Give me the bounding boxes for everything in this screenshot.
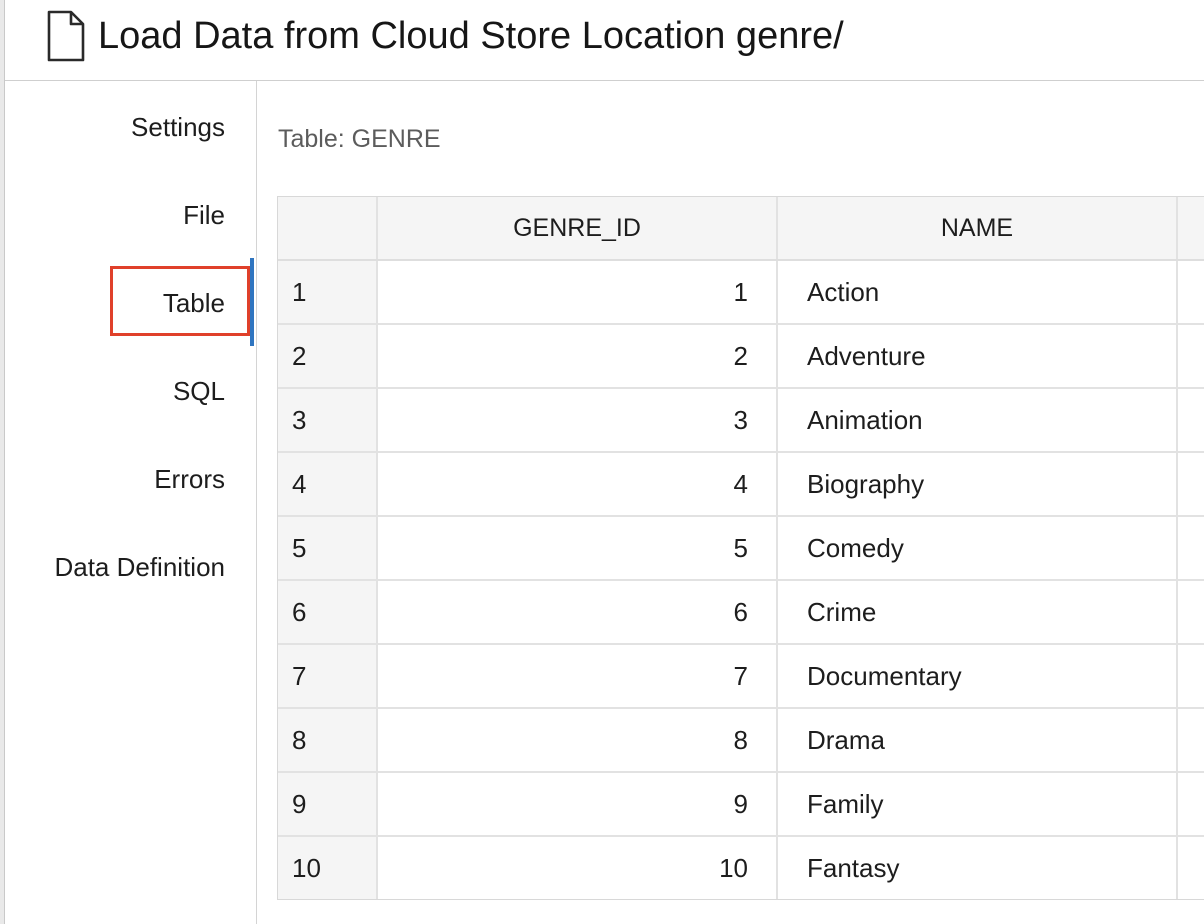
cell-genre-id[interactable]: 9 [378,773,778,835]
row-number-header [278,197,378,259]
cell-name[interactable]: Animation [778,389,1178,451]
sidebar-item-settings[interactable]: Settings [131,111,225,143]
cell-genre-id[interactable]: 5 [378,517,778,579]
table-row[interactable]: 2 2 Adventure [278,325,1204,389]
main-panel: Table: GENRE GENRE_ID NAME 1 1 Action 2 … [257,81,1204,924]
row-filler [1178,709,1204,771]
sidebar-item-sql[interactable]: SQL [173,375,225,407]
table-row[interactable]: 3 3 Animation [278,389,1204,453]
cell-genre-id[interactable]: 2 [378,325,778,387]
row-number: 5 [278,517,378,579]
sidebar-nav: Settings File Table SQL Errors Data Defi… [5,81,257,924]
cell-name[interactable]: Family [778,773,1178,835]
table-row[interactable]: 6 6 Crime [278,581,1204,645]
table-caption: Table: GENRE [278,125,441,153]
row-filler [1178,837,1204,899]
sidebar-item-file[interactable]: File [183,199,225,231]
table-row[interactable]: 1 1 Action [278,261,1204,325]
table-row[interactable]: 5 5 Comedy [278,517,1204,581]
cell-name[interactable]: Comedy [778,517,1178,579]
sidebar-item-data-definition[interactable]: Data Definition [54,551,225,583]
page-title: Load Data from Cloud Store Location genr… [98,15,844,57]
row-number: 2 [278,325,378,387]
column-header-filler [1178,197,1204,259]
cell-name[interactable]: Crime [778,581,1178,643]
cell-name[interactable]: Documentary [778,645,1178,707]
row-filler [1178,389,1204,451]
load-data-window: Load Data from Cloud Store Location genr… [0,0,1204,924]
table-row[interactable]: 4 4 Biography [278,453,1204,517]
column-header-genre-id[interactable]: GENRE_ID [378,197,778,259]
row-filler [1178,517,1204,579]
row-number: 6 [278,581,378,643]
row-filler [1178,581,1204,643]
title-bar: Load Data from Cloud Store Location genr… [5,0,1204,81]
cell-genre-id[interactable]: 4 [378,453,778,515]
column-header-name[interactable]: NAME [778,197,1178,259]
row-number: 10 [278,837,378,899]
cell-genre-id[interactable]: 10 [378,837,778,899]
row-filler [1178,453,1204,515]
table-row[interactable]: 9 9 Family [278,773,1204,837]
cell-genre-id[interactable]: 8 [378,709,778,771]
cell-name[interactable]: Drama [778,709,1178,771]
row-number: 8 [278,709,378,771]
selected-item-indicator [250,258,254,346]
table-row[interactable]: 8 8 Drama [278,709,1204,773]
row-filler [1178,325,1204,387]
cell-name[interactable]: Fantasy [778,837,1178,899]
cell-name[interactable]: Biography [778,453,1178,515]
table-row[interactable]: 7 7 Documentary [278,645,1204,709]
row-number: 1 [278,261,378,323]
document-icon [43,10,89,62]
table-row[interactable]: 10 10 Fantasy [278,837,1204,899]
cell-name[interactable]: Action [778,261,1178,323]
selected-item-highlight-box [110,266,250,336]
row-number: 4 [278,453,378,515]
row-filler [1178,773,1204,835]
sidebar-item-errors[interactable]: Errors [154,463,225,495]
row-number: 9 [278,773,378,835]
cell-genre-id[interactable]: 6 [378,581,778,643]
grid-header-row: GENRE_ID NAME [278,197,1204,261]
cell-genre-id[interactable]: 3 [378,389,778,451]
cell-name[interactable]: Adventure [778,325,1178,387]
cell-genre-id[interactable]: 1 [378,261,778,323]
cell-genre-id[interactable]: 7 [378,645,778,707]
data-grid: GENRE_ID NAME 1 1 Action 2 2 Adventure 3… [277,196,1204,900]
row-filler [1178,645,1204,707]
row-number: 7 [278,645,378,707]
row-filler [1178,261,1204,323]
row-number: 3 [278,389,378,451]
